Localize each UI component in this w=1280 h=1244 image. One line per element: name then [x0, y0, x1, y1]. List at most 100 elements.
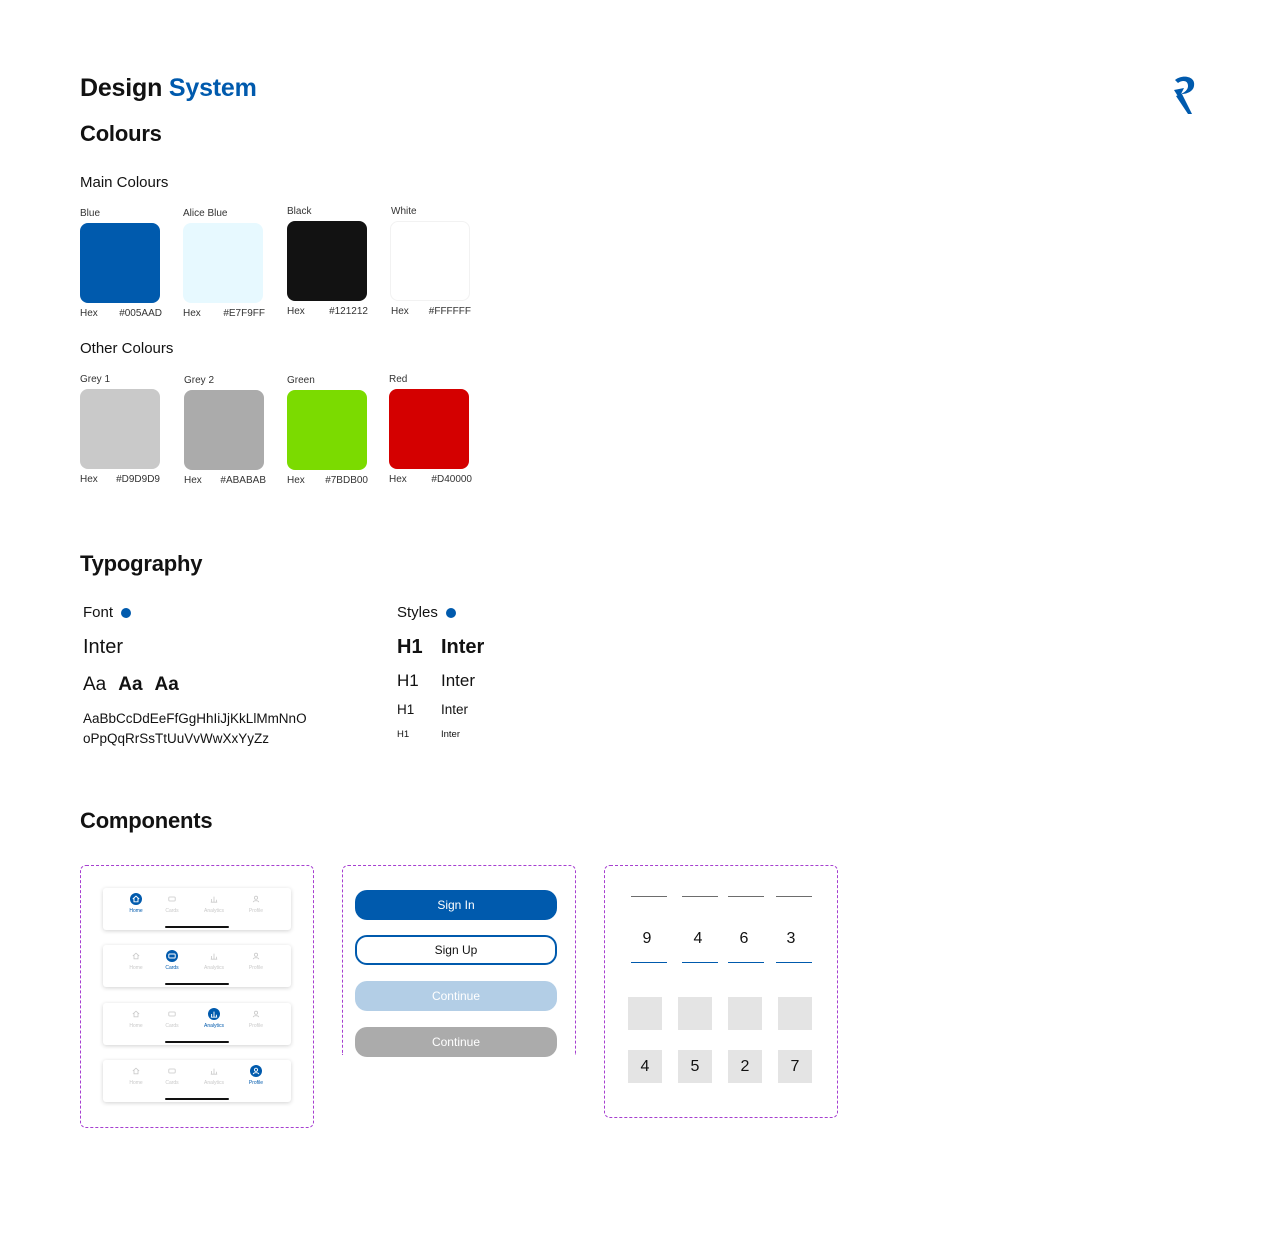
swatch-white	[390, 221, 470, 301]
home-indicator	[165, 983, 229, 985]
nav-item-analytics[interactable]: Analytics	[194, 893, 234, 914]
pin-box-3[interactable]: 2	[728, 1050, 762, 1083]
profile-icon	[250, 950, 262, 962]
navbar-variant-cards: Home Cards Analytics Profile	[103, 945, 291, 987]
otp-empty-slot-4[interactable]	[776, 896, 812, 897]
nav-label-analytics: Analytics	[203, 1023, 224, 1029]
nav-item-cards[interactable]: Cards	[152, 893, 192, 914]
style-tag-1: H1	[397, 636, 423, 658]
swatch-hex-blue: Hex #005AAD	[80, 308, 162, 319]
nav-item-home[interactable]: Home	[116, 1065, 156, 1086]
otp-empty-slot-1[interactable]	[631, 896, 667, 897]
font-sample-regular: Aa	[83, 674, 107, 695]
font-name: Inter	[83, 636, 124, 658]
swatch-black	[287, 221, 367, 301]
typography-heading: Typography	[80, 551, 203, 576]
pin-empty-box-3[interactable]	[728, 997, 762, 1030]
nav-label-home: Home	[129, 1080, 143, 1086]
nav-label-analytics: Analytics	[203, 965, 224, 971]
page-title-part1: Design	[80, 74, 163, 102]
nav-item-cards[interactable]: Cards	[152, 1008, 192, 1029]
nav-item-home[interactable]: Home	[116, 950, 156, 971]
nav-label-cards: Cards	[165, 1080, 179, 1086]
cards-icon	[166, 893, 178, 905]
analytics-icon	[208, 950, 220, 962]
sign-in-button[interactable]: Sign In	[355, 890, 557, 920]
swatch-blue	[80, 223, 160, 303]
nav-item-analytics[interactable]: Analytics	[194, 1065, 234, 1086]
swatch-label-green: Green	[287, 375, 315, 386]
pin-empty-box-1[interactable]	[628, 997, 662, 1030]
nav-item-profile[interactable]: Profile	[236, 1065, 276, 1086]
navbar-variant-home: Home Cards Analytics Profile	[103, 888, 291, 930]
home-indicator	[165, 1041, 229, 1043]
otp-digit-4[interactable]: 3	[773, 930, 809, 948]
cards-icon	[166, 950, 178, 962]
style-tag-2: H1	[397, 671, 419, 690]
profile-icon	[250, 1008, 262, 1020]
sign-up-button[interactable]: Sign Up	[355, 935, 557, 965]
nav-item-profile[interactable]: Profile	[236, 893, 276, 914]
swatch-label-red: Red	[389, 374, 408, 385]
nav-label-home: Home	[129, 965, 143, 971]
pin-empty-box-4[interactable]	[778, 997, 812, 1030]
brand-logo-icon	[1174, 76, 1195, 114]
nav-label-home: Home	[129, 908, 143, 914]
nav-label-cards: Cards	[165, 908, 179, 914]
swatch-hex-white: Hex #FFFFFF	[391, 306, 471, 317]
swatch-hex-grey-1: Hex #D9D9D9	[80, 474, 160, 485]
nav-item-cards[interactable]: Cards	[152, 950, 192, 971]
nav-item-home[interactable]: Home	[116, 893, 156, 914]
otp-underline-4	[776, 962, 812, 963]
nav-item-analytics[interactable]: Analytics	[194, 1008, 234, 1029]
page-title: Design System	[80, 74, 257, 103]
nav-label-analytics: Analytics	[203, 1080, 224, 1086]
pin-empty-box-2[interactable]	[678, 997, 712, 1030]
style-font-4: Inter	[441, 729, 461, 740]
nav-item-profile[interactable]: Profile	[236, 1008, 276, 1029]
otp-digit-1[interactable]: 9	[629, 930, 665, 948]
swatch-red	[389, 389, 469, 469]
nav-item-analytics[interactable]: Analytics	[194, 950, 234, 971]
otp-underline-2	[682, 962, 718, 963]
swatch-label-grey-2: Grey 2	[184, 375, 215, 386]
nav-item-cards[interactable]: Cards	[152, 1065, 192, 1086]
nav-label-profile: Profile	[248, 965, 264, 971]
styles-dot	[445, 607, 456, 618]
swatch-label-alice-blue: Alice Blue	[183, 208, 228, 219]
pin-box-4[interactable]: 7	[778, 1050, 812, 1083]
otp-digit-3[interactable]: 6	[726, 930, 762, 948]
pin-box-1[interactable]: 4	[628, 1050, 662, 1083]
otp-underline-1	[631, 962, 667, 963]
style-font-2: Inter	[441, 671, 476, 690]
swatch-label-grey-1: Grey 1	[80, 374, 111, 385]
pin-box-2[interactable]: 5	[678, 1050, 712, 1083]
profile-icon	[250, 1065, 262, 1077]
otp-underline-3	[728, 962, 764, 963]
other-colours-heading: Other Colours	[80, 340, 174, 357]
swatch-hex-grey-2: Hex #ABABAB	[184, 475, 266, 486]
analytics-icon	[208, 893, 220, 905]
continue-button-grey[interactable]: Continue	[355, 1027, 557, 1057]
nav-label-profile: Profile	[248, 1080, 264, 1086]
continue-button-light[interactable]: Continue	[355, 981, 557, 1011]
home-icon	[130, 1065, 142, 1077]
navbar-variant-analytics: Home Cards Analytics Profile	[103, 1003, 291, 1045]
buttons-frame: Sign In Sign Up Continue Continue	[342, 865, 576, 1057]
font-dot	[121, 607, 132, 618]
colours-heading: Colours	[80, 121, 162, 146]
swatch-label-blue: Blue	[80, 208, 101, 219]
home-icon	[130, 893, 142, 905]
font-label: Font	[83, 604, 132, 621]
nav-label-profile: Profile	[248, 908, 264, 914]
nav-item-home[interactable]: Home	[116, 1008, 156, 1029]
nav-label-home: Home	[129, 1023, 143, 1029]
otp-digit-2[interactable]: 4	[680, 930, 716, 948]
nav-label-profile: Profile	[248, 1023, 264, 1029]
analytics-icon	[208, 1008, 220, 1020]
otp-empty-slot-3[interactable]	[728, 896, 764, 897]
nav-label-analytics: Analytics	[203, 908, 224, 914]
styles-label: Styles	[397, 604, 456, 621]
otp-empty-slot-2[interactable]	[682, 896, 718, 897]
nav-item-profile[interactable]: Profile	[236, 950, 276, 971]
